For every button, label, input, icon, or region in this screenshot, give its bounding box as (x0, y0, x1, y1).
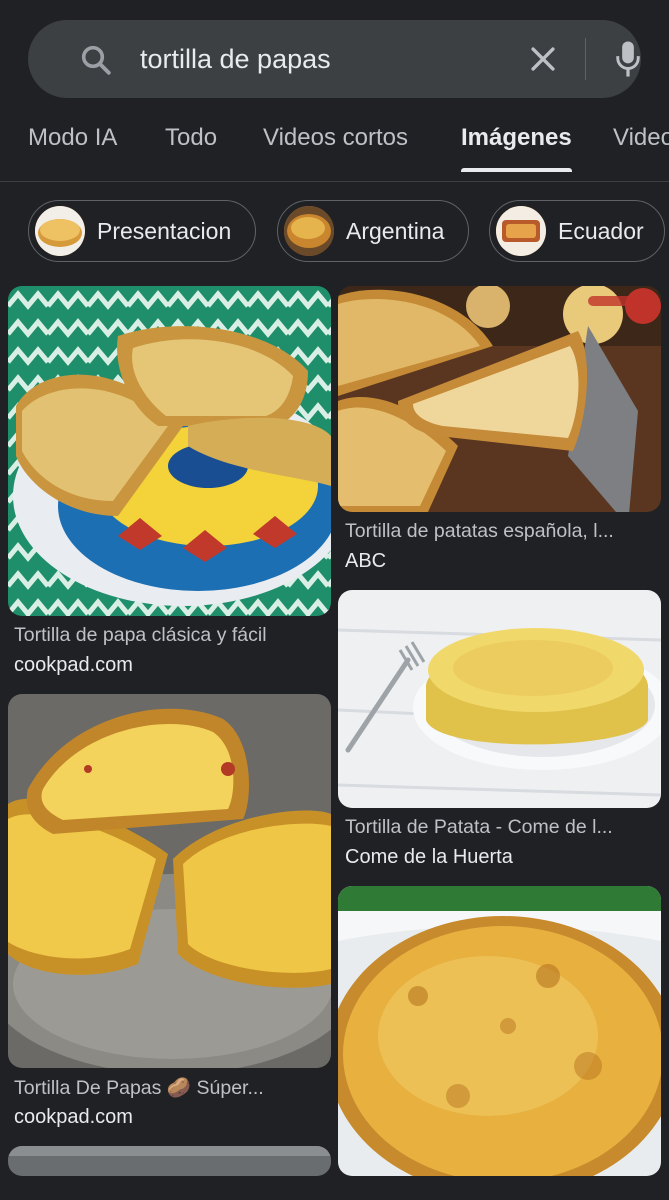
refinement-chips: Presentacion Argentina Ecuador (0, 200, 669, 264)
result-image-tortilla-golden[interactable] (338, 886, 661, 1176)
active-tab-indicator (461, 168, 572, 172)
result-source[interactable]: ABC (345, 550, 386, 573)
image-search-page: tortilla de papas Modo IA Todo Videos co… (0, 0, 669, 1200)
chip-argentina[interactable]: Argentina (277, 200, 470, 262)
result-image-tortilla-come-de-la-huerta[interactable] (338, 590, 661, 808)
search-input[interactable]: tortilla de papas (140, 20, 331, 98)
chip-presentacion[interactable]: Presentacion (28, 200, 257, 262)
search-tabs: Modo IA Todo Videos cortos Imágenes Vide… (0, 110, 669, 180)
result-source[interactable]: Come de la Huerta (345, 846, 513, 869)
result-source[interactable]: cookpad.com (14, 1106, 133, 1129)
result-title[interactable]: Tortilla de Patata - Come de l... (345, 816, 655, 839)
tab-modo-ia[interactable]: Modo IA (28, 110, 117, 170)
close-icon[interactable] (526, 42, 560, 76)
result-title[interactable]: Tortilla de patatas española, l... (345, 520, 655, 543)
chip-thumbnail (35, 206, 85, 256)
tab-imagenes[interactable]: Imágenes (461, 110, 572, 172)
search-bar[interactable]: tortilla de papas (28, 20, 641, 98)
result-title[interactable]: Tortilla de papa clásica y fácil (14, 624, 329, 647)
search-icon[interactable] (78, 42, 114, 78)
result-image-partial[interactable] (8, 1146, 331, 1176)
searchbar-divider (585, 38, 586, 80)
result-image-tortilla-papa-clasica[interactable] (8, 286, 331, 616)
result-source[interactable]: cookpad.com (14, 654, 133, 677)
chip-label: Argentina (346, 217, 445, 244)
result-image-tortilla-de-papas-super[interactable] (8, 694, 331, 1068)
chip-label: Presentacion (97, 217, 232, 244)
tab-videos-cortos[interactable]: Videos cortos (263, 110, 408, 170)
tab-imagenes-label: Imágenes (461, 124, 572, 151)
chip-thumbnail (496, 206, 546, 256)
microphone-icon[interactable] (613, 40, 643, 78)
chip-ecuador[interactable]: Ecuador (489, 200, 665, 262)
chip-label: Ecuador (558, 217, 644, 244)
result-image-tortilla-patatas-espanola[interactable] (338, 286, 661, 512)
tab-video[interactable]: Video (613, 110, 669, 170)
result-title[interactable]: Tortilla De Papas 🥔 Súper... (14, 1076, 329, 1100)
tab-todo[interactable]: Todo (165, 110, 217, 170)
tabs-divider (0, 181, 669, 182)
chip-thumbnail (284, 206, 334, 256)
